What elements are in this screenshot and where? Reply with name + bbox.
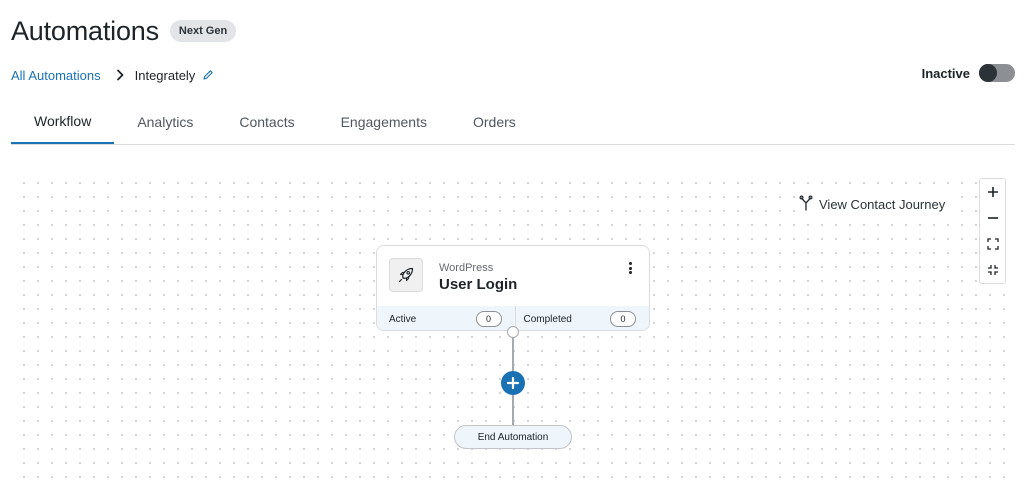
connector-port [507, 326, 519, 338]
connector-line [512, 338, 514, 371]
stat-active[interactable]: Active 0 [377, 306, 515, 330]
rocket-icon [389, 258, 423, 292]
status-label: Inactive [921, 65, 970, 81]
trigger-node-header: WordPress User Login [377, 246, 649, 306]
more-options-icon[interactable] [625, 260, 635, 276]
breadcrumb: All Automations Integrately [11, 65, 214, 85]
add-step-button[interactable] [501, 371, 525, 395]
trigger-node[interactable]: WordPress User Login Active 0 Completed … [376, 245, 650, 331]
page-title: Automations [11, 15, 159, 46]
stat-active-label: Active [389, 313, 417, 325]
tab-orders[interactable]: Orders [450, 100, 539, 144]
toggle-knob [979, 64, 997, 82]
tab-engagements[interactable]: Engagements [318, 100, 450, 144]
status-control: Inactive [922, 64, 1015, 82]
pencil-edit-icon[interactable] [202, 69, 214, 81]
page-header: Automations Next Gen [11, 14, 237, 48]
view-contact-journey-button[interactable]: View Contact Journey [795, 193, 950, 216]
zoom-out-icon[interactable] [980, 205, 1005, 231]
trigger-category: WordPress [439, 262, 494, 274]
active-toggle[interactable] [979, 64, 1015, 82]
branch-icon [799, 195, 813, 214]
end-automation-node[interactable]: End Automation [454, 425, 572, 449]
shrink-view-icon[interactable] [980, 257, 1005, 283]
stat-completed[interactable]: Completed 0 [514, 306, 650, 330]
connector-line [512, 395, 514, 425]
fit-view-icon[interactable] [980, 231, 1005, 257]
plus-icon [507, 377, 519, 389]
stat-active-count: 0 [475, 311, 502, 327]
breadcrumb-all-automations-link[interactable]: All Automations [11, 68, 101, 83]
tab-contacts[interactable]: Contacts [216, 100, 317, 144]
next-gen-badge: Next Gen [169, 20, 237, 42]
trigger-title: User Login [439, 276, 518, 293]
tab-analytics[interactable]: Analytics [114, 100, 216, 144]
zoom-in-icon[interactable] [980, 179, 1005, 205]
chevron-right-icon [114, 69, 126, 81]
zoom-controls [979, 178, 1006, 284]
stat-completed-label: Completed [523, 313, 572, 325]
tab-workflow[interactable]: Workflow [11, 100, 115, 144]
tab-bar: Workflow Analytics Contacts Engagements … [11, 100, 1015, 145]
view-contact-journey-label: View Contact Journey [819, 197, 946, 212]
breadcrumb-current: Integrately [134, 67, 196, 83]
stat-completed-count: 0 [610, 311, 636, 327]
